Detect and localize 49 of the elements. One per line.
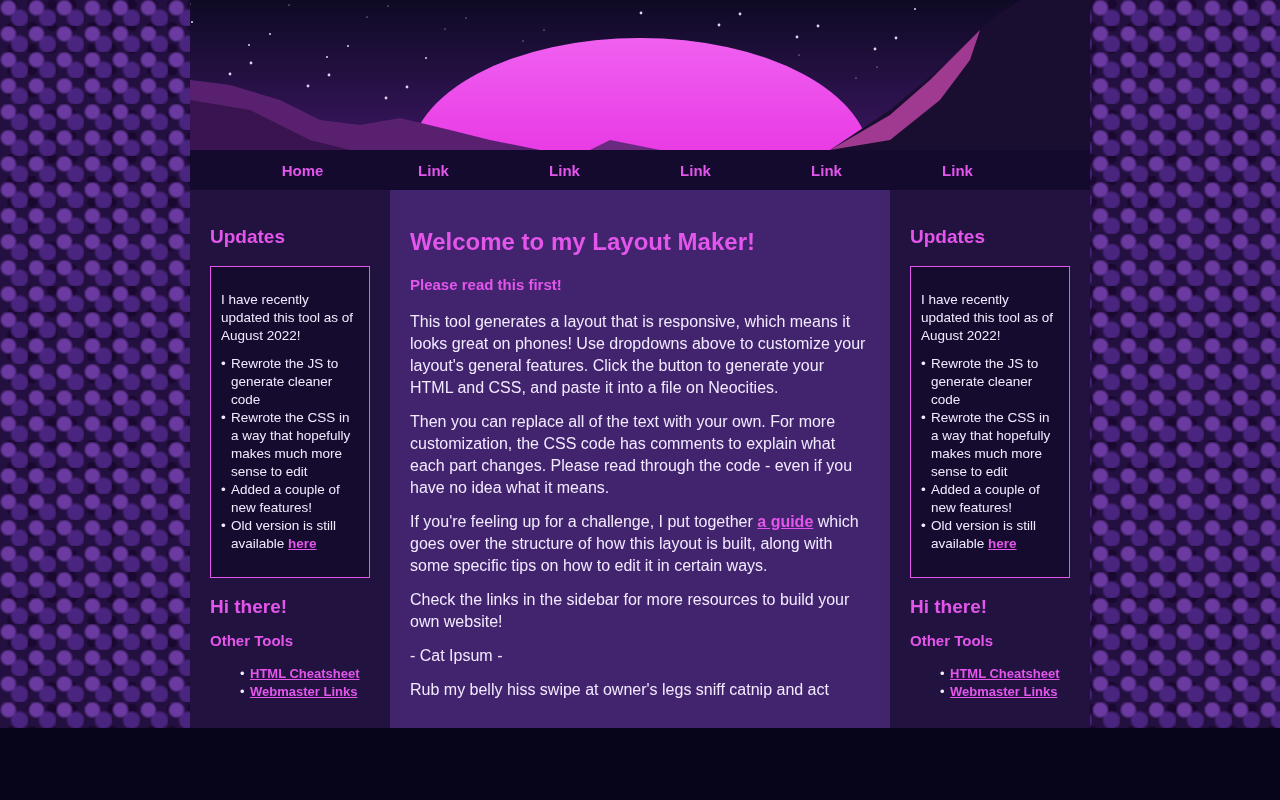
sidebar-subheading: Other Tools — [910, 632, 995, 649]
tool-link[interactable]: Webmaster Links — [950, 683, 1058, 701]
update-text: I have recently updated this tool as of August 2022! — [221, 291, 355, 345]
nav-link[interactable]: Link — [368, 161, 499, 179]
nav-link[interactable]: Link — [761, 161, 892, 179]
paragraph: Check the links in the sidebar for more resources to build your own website! — [410, 590, 851, 632]
list-item: Added a couple of new features! — [231, 481, 341, 517]
here-link[interactable]: here — [988, 536, 1017, 551]
here-link[interactable]: here — [288, 536, 317, 551]
nav-link[interactable]: Link — [892, 161, 1023, 179]
list-item: Rewrote the CSS in a way that hopefully makes much more sense to edit — [931, 409, 1052, 481]
list-item: Old version is still available here — [231, 517, 338, 553]
bullet: • — [921, 517, 925, 535]
bullet: • — [940, 665, 944, 683]
lead-text: Please read this first! — [410, 276, 563, 293]
tool-link[interactable]: Webmaster Links — [250, 683, 358, 701]
page-title: Welcome to my Layout Maker! — [410, 228, 756, 256]
bullet: • — [221, 355, 225, 373]
bullet: • — [240, 683, 244, 701]
tool-link[interactable]: HTML Cheatsheet — [950, 665, 1060, 683]
tool-link[interactable]: HTML Cheatsheet — [250, 665, 360, 683]
paragraph: If you're feeling up for a challenge, I put together a guide which goes over the structure of how this layout is built, along with some specific tips on how to edit it in certain ways. — [410, 512, 860, 576]
nav-link[interactable]: Home — [237, 161, 368, 179]
nav-link[interactable]: Link — [630, 161, 761, 179]
list-item: Old version is still available here — [931, 517, 1038, 553]
sidebar-heading: Updates — [910, 226, 986, 248]
sidebar-heading: Updates — [210, 226, 286, 248]
sidebar-heading: Hi there! — [910, 596, 989, 618]
bullet: • — [921, 409, 925, 427]
list-item: Added a couple of new features! — [931, 481, 1041, 517]
bullet: • — [921, 355, 925, 373]
sidebar-heading: Hi there! — [210, 596, 289, 618]
update-text: I have recently updated this tool as of August 2022! — [921, 291, 1055, 345]
paragraph: This tool generates a layout that is responsive, which means it looks great on phones! Use dropdowns above to customize your layout's general features. Click the button to generate your HTML and CSS, and paste it into a file on Neocities. — [410, 312, 867, 398]
paragraph: Then you can replace all of the text with your own. For more customization, the CSS code has comments to explain what each part changes. Please read through the code - even if you have no idea what it means. — [410, 412, 854, 498]
paragraph: - Cat Ipsum - — [410, 646, 504, 666]
list-item: Rewrote the JS to generate cleaner code — [231, 355, 340, 409]
guide-link[interactable]: a guide — [757, 513, 814, 530]
bullet: • — [921, 481, 925, 499]
bullet: • — [940, 683, 944, 701]
list-item: Rewrote the JS to generate cleaner code — [931, 355, 1040, 409]
nav-link[interactable]: Link — [499, 161, 630, 179]
list-item: Rewrote the CSS in a way that hopefully makes much more sense to edit — [231, 409, 352, 481]
sidebar-subheading: Other Tools — [210, 632, 295, 649]
paragraph: Rub my belly hiss swipe at owner's legs sniff catnip and act — [410, 680, 830, 700]
bullet: • — [240, 665, 244, 683]
bullet: • — [221, 481, 225, 499]
bullet: • — [221, 517, 225, 535]
bullet: • — [221, 409, 225, 427]
